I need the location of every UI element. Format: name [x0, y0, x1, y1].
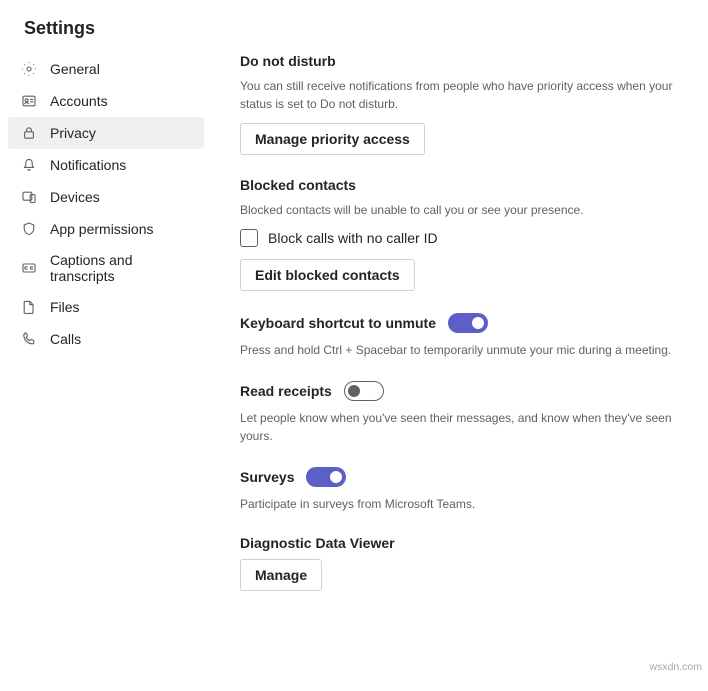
- sidebar-item-label: Calls: [50, 331, 81, 347]
- sidebar-item-label: Devices: [50, 189, 100, 205]
- sidebar-item-accounts[interactable]: Accounts: [8, 85, 204, 117]
- section-desc-blocked: Blocked contacts will be unable to call …: [240, 201, 680, 219]
- section-surveys: Surveys Participate in surveys from Micr…: [240, 467, 680, 513]
- section-title-dnd: Do not disturb: [240, 53, 680, 69]
- block-no-caller-id-label: Block calls with no caller ID: [268, 230, 438, 246]
- section-desc-dnd: You can still receive notifications from…: [240, 77, 680, 113]
- sidebar-item-label: Files: [50, 299, 80, 315]
- block-no-caller-id-checkbox[interactable]: [240, 229, 258, 247]
- section-title-surveys: Surveys: [240, 469, 294, 485]
- section-diagnostic: Diagnostic Data Viewer Manage: [240, 535, 680, 591]
- phone-icon: [20, 330, 38, 348]
- section-title-shortcut: Keyboard shortcut to unmute: [240, 315, 436, 331]
- sidebar-item-files[interactable]: Files: [8, 291, 204, 323]
- section-title-diagnostic: Diagnostic Data Viewer: [240, 535, 680, 551]
- section-read-receipts: Read receipts Let people know when you'v…: [240, 381, 680, 445]
- sidebar-item-notifications[interactable]: Notifications: [8, 149, 204, 181]
- devices-icon: [20, 188, 38, 206]
- lock-icon: [20, 124, 38, 142]
- accounts-icon: [20, 92, 38, 110]
- shield-icon: [20, 220, 38, 238]
- sidebar-item-captions[interactable]: Captions and transcripts: [8, 245, 204, 291]
- manage-priority-access-button[interactable]: Manage priority access: [240, 123, 425, 155]
- sidebar-item-calls[interactable]: Calls: [8, 323, 204, 355]
- diagnostic-manage-button[interactable]: Manage: [240, 559, 322, 591]
- captions-icon: [20, 259, 38, 277]
- section-desc-surveys: Participate in surveys from Microsoft Te…: [240, 495, 680, 513]
- edit-blocked-contacts-button[interactable]: Edit blocked contacts: [240, 259, 415, 291]
- sidebar-item-label: App permissions: [50, 221, 154, 237]
- main-content: Do not disturb You can still receive not…: [204, 53, 708, 613]
- gear-icon: [20, 60, 38, 78]
- section-desc-shortcut: Press and hold Ctrl + Spacebar to tempor…: [240, 341, 680, 359]
- sidebar-item-label: Accounts: [50, 93, 108, 109]
- watermark: wsxdn.com: [649, 661, 702, 673]
- sidebar: General Accounts Privacy Notifications D…: [8, 53, 204, 613]
- sidebar-item-label: General: [50, 61, 100, 77]
- block-no-caller-id-row: Block calls with no caller ID: [240, 229, 680, 247]
- section-title-blocked: Blocked contacts: [240, 177, 680, 193]
- sidebar-item-label: Notifications: [50, 157, 126, 173]
- section-shortcut: Keyboard shortcut to unmute Press and ho…: [240, 313, 680, 359]
- section-desc-read-receipts: Let people know when you've seen their m…: [240, 409, 680, 445]
- section-title-read-receipts: Read receipts: [240, 383, 332, 399]
- read-receipts-toggle[interactable]: [344, 381, 384, 401]
- section-blocked: Blocked contacts Blocked contacts will b…: [240, 177, 680, 291]
- sidebar-item-label: Captions and transcripts: [50, 252, 192, 284]
- shortcut-unmute-toggle[interactable]: [448, 313, 488, 333]
- sidebar-item-label: Privacy: [50, 125, 96, 141]
- bell-icon: [20, 156, 38, 174]
- sidebar-item-devices[interactable]: Devices: [8, 181, 204, 213]
- sidebar-item-general[interactable]: General: [8, 53, 204, 85]
- surveys-toggle[interactable]: [306, 467, 346, 487]
- file-icon: [20, 298, 38, 316]
- page-title: Settings: [0, 0, 708, 53]
- sidebar-item-app-permissions[interactable]: App permissions: [8, 213, 204, 245]
- section-dnd: Do not disturb You can still receive not…: [240, 53, 680, 155]
- sidebar-item-privacy[interactable]: Privacy: [8, 117, 204, 149]
